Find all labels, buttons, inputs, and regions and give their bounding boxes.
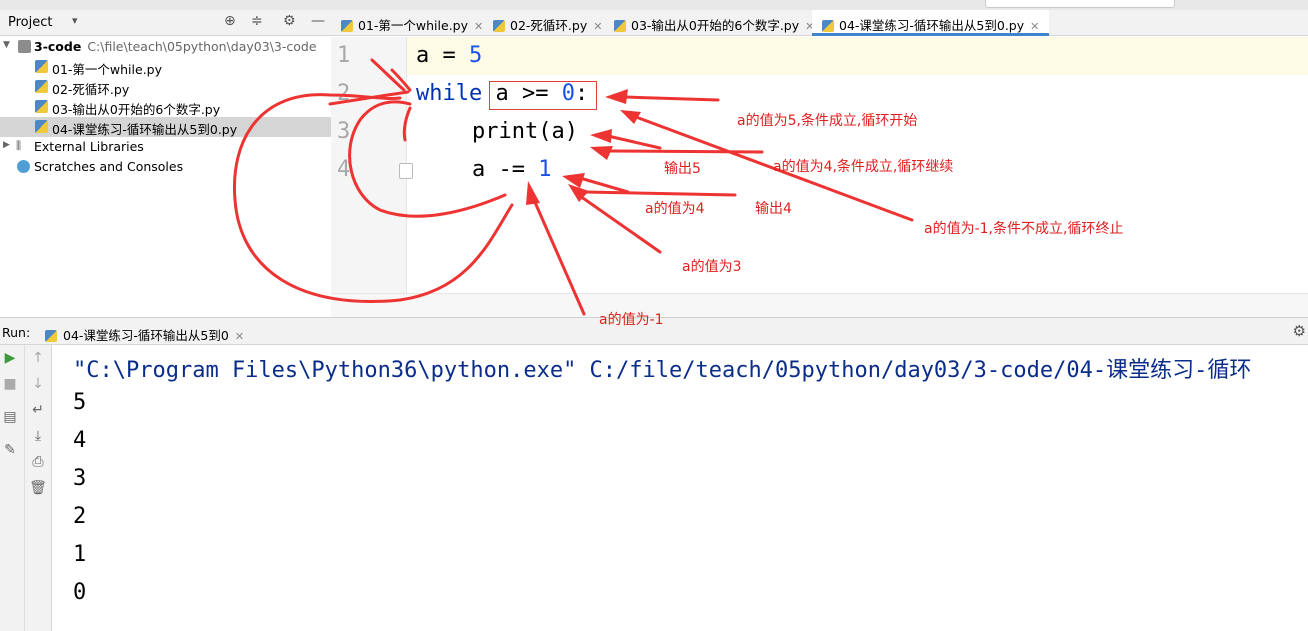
annotation-label: 输出4 — [755, 201, 792, 217]
annotation-label: 输出5 — [664, 161, 701, 177]
annotation-label: a的值为3 — [682, 259, 742, 275]
annotation-label: a的值为5,条件成立,循环开始 — [737, 113, 918, 129]
ide-window: Project ▾ ⊕ ≑ ⚙ — ▼ 3-code C:\file\teach\… — [0, 0, 1308, 631]
annotation-label: a的值为4 — [645, 201, 705, 217]
arrowhead — [562, 173, 585, 188]
annotation-label: a的值为-1,条件不成立,循环终止 — [924, 221, 1124, 237]
annotation-label: a的值为-1 — [599, 312, 664, 328]
arrowhead — [590, 146, 613, 160]
annotation-label: a的值为4,条件成立,循环继续 — [773, 159, 954, 175]
